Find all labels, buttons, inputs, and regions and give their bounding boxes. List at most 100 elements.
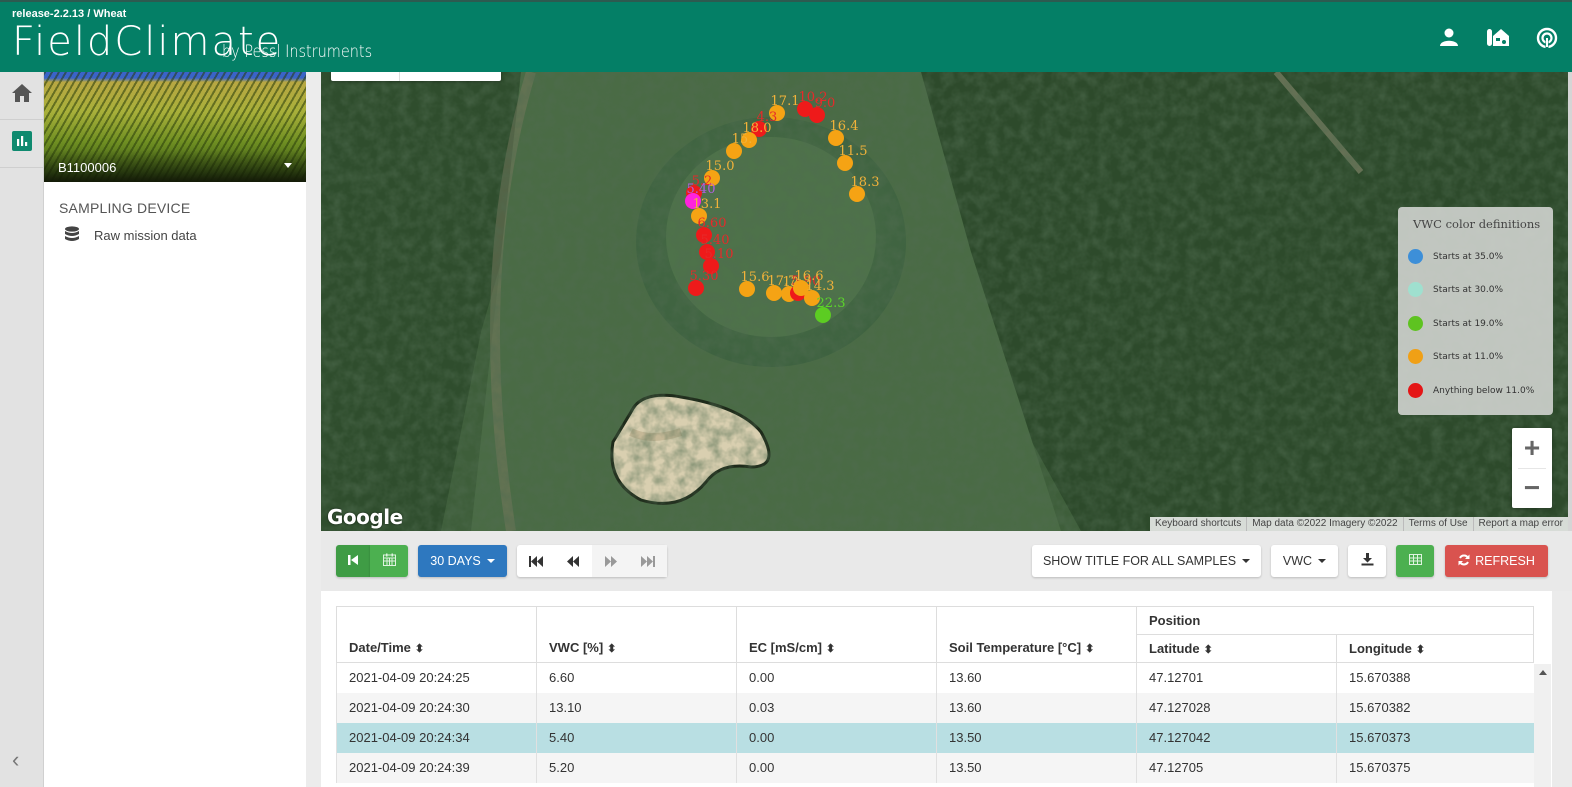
cell-ec: 0.03 bbox=[736, 692, 937, 723]
legend-color-dot bbox=[1408, 249, 1423, 264]
show-title-dropdown[interactable]: SHOW TITLE FOR ALL SAMPLES bbox=[1032, 545, 1261, 577]
cell-latitude: 47.12701 bbox=[1136, 662, 1337, 693]
sample-marker-label: 18.3 bbox=[850, 175, 880, 190]
sample-marker-label: 11.5 bbox=[838, 144, 868, 159]
legend-label: Starts at 11.0% bbox=[1433, 351, 1504, 362]
samples-table-panel: Date/Time ⬍ VWC [%] ⬍ EC [mS/cm] ⬍ Soil Tem… bbox=[321, 591, 1572, 787]
cell-datetime: 2021-04-09 20:24:34 bbox=[336, 722, 537, 753]
column-label: Longitude bbox=[1349, 641, 1412, 656]
sample-marker-label: 22.3 bbox=[816, 296, 846, 311]
column-header-datetime[interactable]: Date/Time ⬍ bbox=[336, 606, 537, 663]
cell-soil-temperature: 13.60 bbox=[936, 692, 1137, 723]
map-scrollbar[interactable] bbox=[1568, 72, 1572, 531]
legend-item: Starts at 35.0% bbox=[1408, 249, 1503, 264]
cell-vwc: 13.10 bbox=[536, 692, 737, 723]
nav-first-button[interactable] bbox=[517, 545, 555, 577]
icon-rail: ‹ bbox=[0, 72, 44, 787]
table-icon bbox=[1408, 554, 1422, 568]
menu-item-raw-mission-data[interactable]: Raw mission data bbox=[64, 226, 306, 244]
table-scrollbar[interactable] bbox=[1534, 664, 1551, 787]
legend-label: Starts at 30.0% bbox=[1433, 284, 1504, 295]
table-row[interactable]: 2021-04-09 20:24:39 5.20 0.00 13.50 47.12705… bbox=[336, 752, 1534, 783]
refresh-icon bbox=[1458, 554, 1470, 569]
page-scrollbar[interactable] bbox=[1552, 591, 1572, 787]
sample-marker-label: 15.6 bbox=[740, 270, 770, 285]
database-icon bbox=[64, 226, 94, 244]
nav-next-button[interactable] bbox=[592, 545, 630, 577]
map-type-separator bbox=[399, 72, 400, 81]
keyboard-shortcuts-link[interactable]: Keyboard shortcuts bbox=[1150, 517, 1246, 531]
column-header-soil-temperature[interactable]: Soil Temperature [°C] ⬍ bbox=[936, 606, 1137, 663]
rail-item-home[interactable] bbox=[0, 72, 44, 120]
calendar-button[interactable] bbox=[370, 545, 408, 577]
farm-icon[interactable] bbox=[1485, 24, 1511, 50]
sort-icon[interactable]: ⬍ bbox=[1085, 643, 1094, 655]
nav-prev-button[interactable] bbox=[555, 545, 593, 577]
calendar-icon bbox=[382, 553, 396, 569]
sort-icon[interactable]: ⬍ bbox=[1416, 644, 1425, 656]
column-header-vwc[interactable]: VWC [%] ⬍ bbox=[536, 606, 737, 663]
column-label: EC [mS/cm] bbox=[749, 640, 822, 655]
legend-label: Anything below 11.0% bbox=[1433, 385, 1535, 396]
sort-icon[interactable]: ⬍ bbox=[607, 643, 616, 655]
skip-first-button[interactable] bbox=[336, 545, 370, 577]
nav-last-button[interactable] bbox=[629, 545, 667, 577]
table-row[interactable]: 2021-04-09 20:24:34 5.40 0.00 13.50 47.12704… bbox=[336, 722, 1534, 753]
period-dropdown[interactable]: 30 DAYS bbox=[418, 545, 507, 577]
cell-latitude: 47.12705 bbox=[1136, 752, 1337, 783]
chevron-down-icon bbox=[1318, 559, 1327, 563]
table-view-button[interactable] bbox=[1396, 545, 1434, 577]
cell-longitude: 15.670373 bbox=[1336, 722, 1534, 753]
column-header-longitude[interactable]: Longitude ⬍ bbox=[1336, 634, 1534, 663]
cell-datetime: 2021-04-09 20:24:25 bbox=[336, 662, 537, 693]
map-data-credit: Map data ©2022 Imagery ©2022 bbox=[1246, 517, 1402, 531]
refresh-button[interactable]: REFRESH bbox=[1445, 545, 1548, 577]
terms-of-use-link[interactable]: Terms of Use bbox=[1402, 517, 1473, 531]
sample-marker-label: 17.1 bbox=[770, 94, 800, 109]
sort-icon[interactable]: ⬍ bbox=[826, 643, 835, 655]
legend-color-dot bbox=[1408, 383, 1423, 398]
zoom-out-button[interactable]: − bbox=[1512, 468, 1552, 508]
sample-marker-label: 15. bbox=[731, 132, 753, 147]
scroll-up-arrow-icon[interactable] bbox=[1539, 670, 1547, 675]
column-label: Date/Time bbox=[349, 640, 411, 655]
station-image[interactable]: B1100006 bbox=[44, 72, 306, 182]
sensor-signal-icon[interactable] bbox=[1534, 24, 1560, 50]
legend-color-dot bbox=[1408, 349, 1423, 364]
zoom-separator bbox=[1518, 468, 1546, 469]
metric-label: VWC bbox=[1282, 554, 1313, 568]
metric-dropdown[interactable]: VWC bbox=[1271, 545, 1338, 577]
collapse-sidebar-icon[interactable]: ‹ bbox=[12, 747, 19, 773]
sort-icon[interactable]: ⬍ bbox=[415, 643, 424, 655]
zoom-in-button[interactable]: + bbox=[1512, 428, 1552, 468]
rail-item-chart[interactable] bbox=[0, 120, 44, 168]
column-label: Latitude bbox=[1149, 641, 1200, 656]
skip-first-icon bbox=[347, 554, 359, 569]
section-title: SAMPLING DEVICE bbox=[59, 200, 191, 216]
table-row[interactable]: 2021-04-09 20:24:25 6.60 0.00 13.60 47.12701… bbox=[336, 662, 1534, 693]
sample-marker-label: 5.10 bbox=[704, 247, 734, 262]
report-map-error-link[interactable]: Report a map error bbox=[1472, 517, 1568, 531]
legend-item: Starts at 30.0% bbox=[1408, 282, 1503, 297]
cell-ec: 0.00 bbox=[736, 662, 937, 693]
download-button[interactable] bbox=[1348, 545, 1386, 577]
brand-subtitle: by Pessl Instruments bbox=[222, 42, 373, 62]
cell-longitude: 15.670375 bbox=[1336, 752, 1534, 783]
download-icon bbox=[1361, 553, 1374, 569]
refresh-label: REFRESH bbox=[1475, 554, 1535, 568]
sample-marker-label: 5.40 bbox=[700, 233, 730, 248]
sort-icon[interactable]: ⬍ bbox=[1204, 644, 1213, 656]
table-row[interactable]: 2021-04-09 20:24:30 13.10 0.03 13.60 47.1270… bbox=[336, 692, 1534, 723]
map-type-control[interactable] bbox=[331, 72, 501, 81]
menu-item-label: Raw mission data bbox=[94, 227, 197, 243]
time-navigation bbox=[517, 545, 667, 577]
satellite-map[interactable]: 17.1 10.2 9.0 16.4 11.5 18.3 4.3 18.0 15. 15.0 5.2… bbox=[321, 72, 1568, 531]
column-header-ec[interactable]: EC [mS/cm] ⬍ bbox=[736, 606, 937, 663]
station-dropdown-caret-icon[interactable] bbox=[284, 163, 292, 168]
panel-gutter bbox=[306, 72, 321, 787]
user-icon[interactable] bbox=[1436, 24, 1462, 50]
column-header-latitude[interactable]: Latitude ⬍ bbox=[1136, 634, 1337, 663]
chart-icon bbox=[12, 131, 32, 156]
rewind-icon bbox=[567, 555, 580, 567]
chevron-down-icon bbox=[486, 559, 495, 563]
